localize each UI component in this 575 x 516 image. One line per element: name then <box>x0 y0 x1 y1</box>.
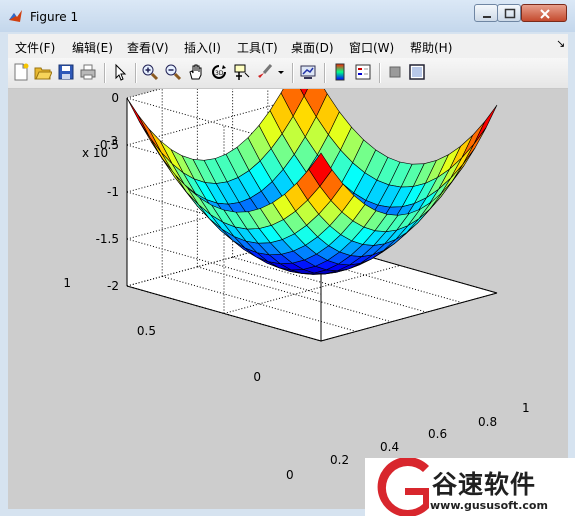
new-figure-icon[interactable] <box>12 63 30 81</box>
x-tick-label: 0.8 <box>478 415 497 429</box>
save-figure-icon[interactable] <box>57 63 75 81</box>
x-tick-label: 0.2 <box>330 453 349 467</box>
insert-colorbar-icon[interactable] <box>331 63 349 81</box>
watermark-text: 谷速软件 <box>432 470 537 499</box>
toolbar-separator <box>292 63 294 83</box>
menu-tools[interactable]: 工具(T) <box>237 39 278 56</box>
toolbar-separator <box>324 63 326 83</box>
z-tick-label: -1.5 <box>96 232 119 246</box>
menu-desktop[interactable]: 桌面(D) <box>291 39 334 56</box>
zoom-out-icon[interactable] <box>164 63 182 81</box>
menu-bar: 文件(F) 编辑(E) 查看(V) 插入(I) 工具(T) 桌面(D) 窗口(W… <box>8 34 568 58</box>
close-button[interactable] <box>521 4 567 22</box>
z-exponent-label: x 10 <box>82 146 108 160</box>
x-tick-label: 0 <box>286 468 294 482</box>
y-tick-label: 0.5 <box>137 324 156 338</box>
z-tick-label: -1 <box>107 185 119 199</box>
pan-hand-icon[interactable] <box>187 63 205 81</box>
surface-facet <box>461 121 486 159</box>
window-title: Figure 1 <box>30 10 79 24</box>
z-tick-label: 0 <box>111 91 119 105</box>
data-cursor-icon[interactable] <box>233 63 251 81</box>
watermark-url: www.gususoft.com <box>430 499 548 512</box>
minimize-button[interactable] <box>474 4 498 22</box>
svg-text:3D: 3D <box>215 70 224 77</box>
matlab-icon <box>9 10 22 22</box>
y-tick-label: 1 <box>63 276 71 290</box>
brush-dropdown-icon[interactable] <box>276 63 286 81</box>
menu-insert[interactable]: 插入(I) <box>184 39 221 56</box>
y-tick-label: 0 <box>253 370 261 384</box>
print-figure-icon[interactable] <box>79 63 97 81</box>
surface-plot[interactable]: 0-0.5-1-1.5-210.5000.20.40.60.81x 10-3 <box>8 89 568 509</box>
x-tick-label: 0.6 <box>428 427 447 441</box>
menu-edit[interactable]: 编辑(E) <box>72 39 113 56</box>
z-exponent-sup: -3 <box>106 134 118 148</box>
menu-help[interactable]: 帮助(H) <box>410 39 452 56</box>
figure-canvas: 0 -0.5 -1 -1.5 -2 1 0.5 0 0 0.2 0.4 0.6 0.8 1 x 10 -3 <box>8 89 568 509</box>
toolbar-separator <box>135 63 137 83</box>
x-tick-label: 0.4 <box>380 440 399 454</box>
edit-plot-arrow-icon[interactable] <box>111 63 129 81</box>
insert-legend-icon[interactable] <box>354 63 372 81</box>
surface-facet <box>473 104 498 145</box>
menu-window[interactable]: 窗口(W) <box>349 39 394 56</box>
zoom-in-icon[interactable] <box>141 63 159 81</box>
x-tick-label: 1 <box>522 401 530 415</box>
brush-icon[interactable] <box>256 63 274 81</box>
open-file-icon[interactable] <box>34 63 52 81</box>
rotate-3d-icon[interactable]: 3D <box>210 63 228 81</box>
menu-chevron-icon[interactable]: ↘ <box>556 37 565 50</box>
menu-file[interactable]: 文件(F) <box>15 39 55 56</box>
maximize-button[interactable] <box>497 4 521 22</box>
toolbar-separator <box>379 63 381 83</box>
figure-window: Figure 1 文件(F) 编辑(E) 查看(V) 插入(I) 工具(T) 桌… <box>0 0 575 516</box>
link-plot-icon[interactable] <box>299 63 317 81</box>
menu-view[interactable]: 查看(V) <box>127 39 169 56</box>
figure-toolbar: 3D <box>8 58 568 89</box>
hide-plot-tools-icon[interactable] <box>386 63 404 81</box>
toolbar-separator <box>104 63 106 83</box>
title-bar[interactable]: Figure 1 <box>0 0 575 32</box>
z-tick-label: -2 <box>107 279 119 293</box>
show-plot-tools-icon[interactable] <box>408 63 426 81</box>
